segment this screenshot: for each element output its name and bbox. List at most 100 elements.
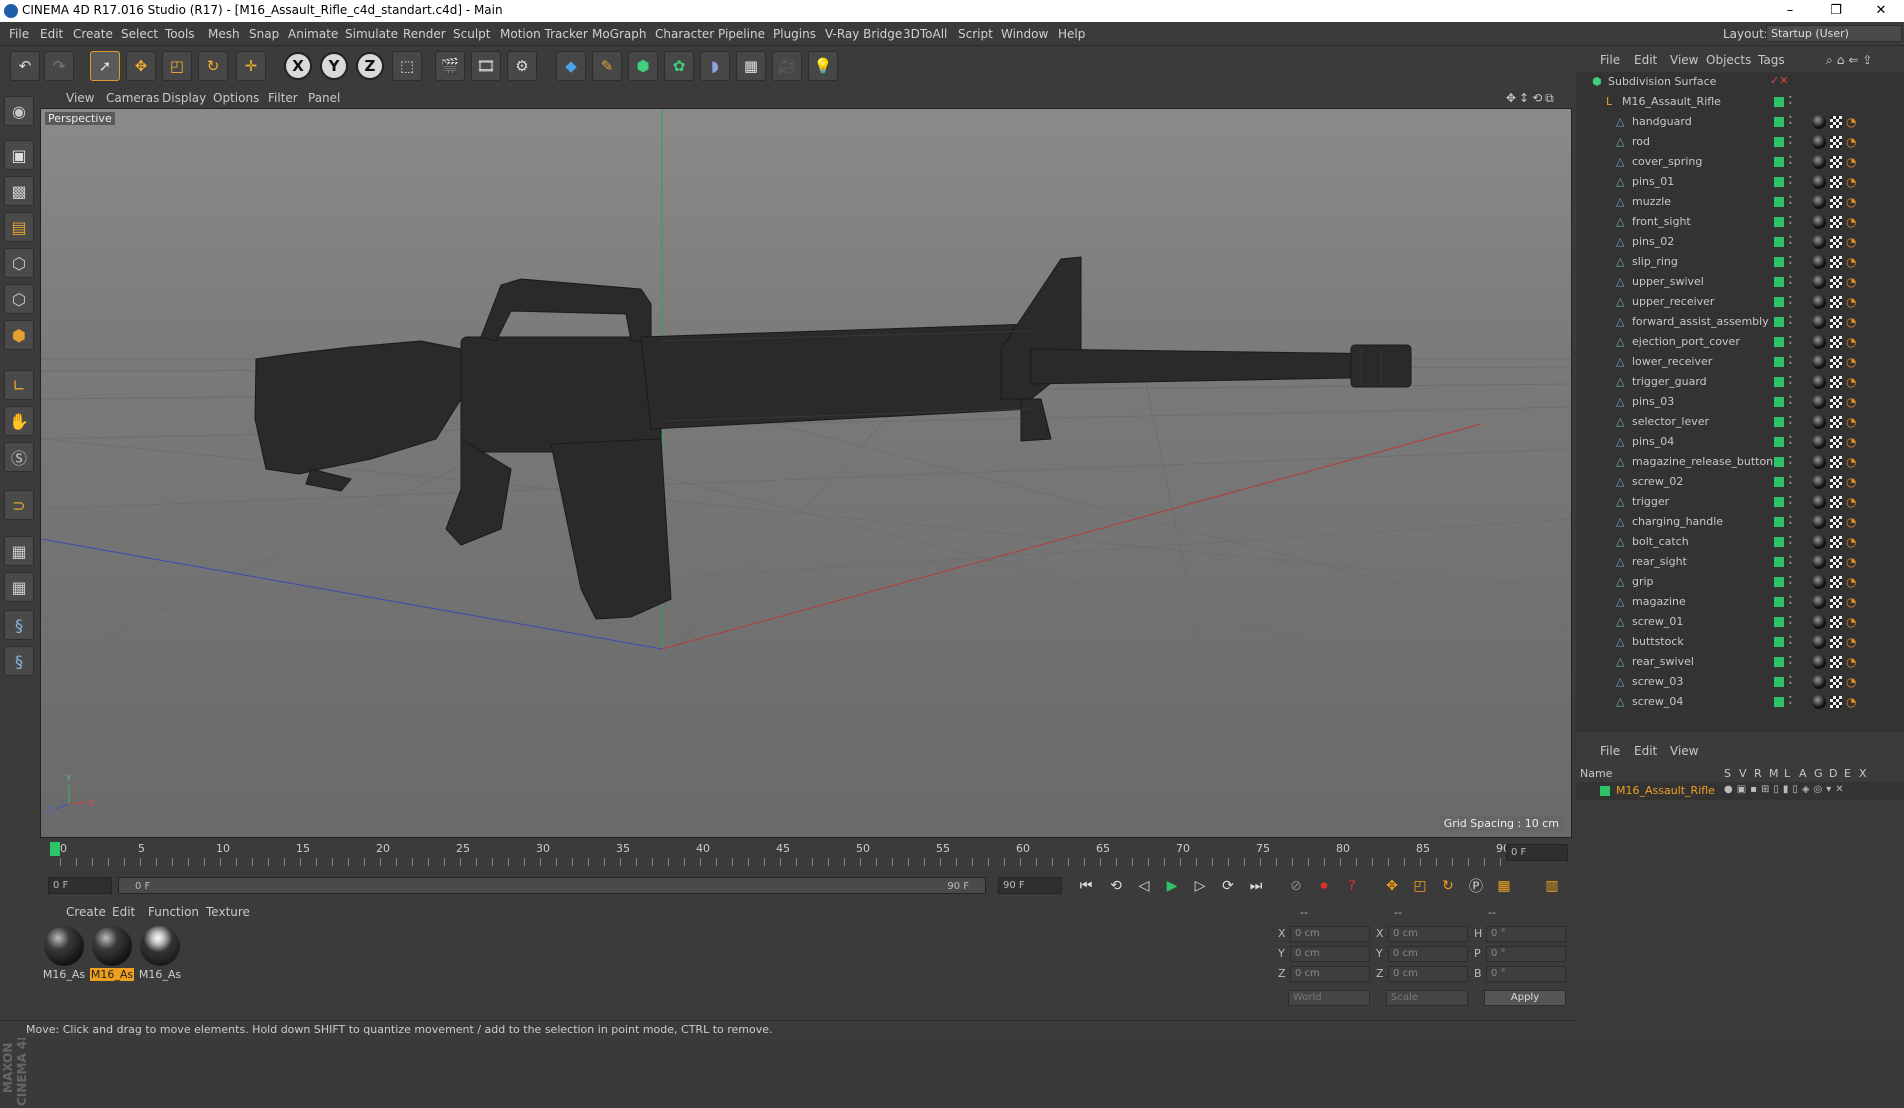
visibility-toggle[interactable] <box>1774 697 1784 707</box>
material-tag-icon[interactable] <box>1812 415 1826 429</box>
material-tag-icon[interactable] <box>1812 675 1826 689</box>
texture-tag-icon[interactable] <box>1830 436 1842 448</box>
menu-animate[interactable]: Animate <box>288 27 338 41</box>
material-tag-icon[interactable] <box>1812 235 1826 249</box>
layout-select[interactable]: Startup (User) <box>1766 25 1902 42</box>
close-button[interactable]: ✕ <box>1858 0 1904 22</box>
visibility-toggle[interactable] <box>1774 497 1784 507</box>
visibility-toggle[interactable] <box>1774 237 1784 247</box>
object-row[interactable]: △ selector_lever • • ◔ <box>1576 412 1904 432</box>
magnet-icon[interactable]: ⊃ <box>4 490 34 520</box>
visibility-toggle[interactable] <box>1774 417 1784 427</box>
visibility-toggle[interactable] <box>1774 657 1784 667</box>
phong-tag-icon[interactable]: ◔ <box>1846 575 1856 589</box>
visibility-toggle[interactable] <box>1774 477 1784 487</box>
texture-tag-icon[interactable] <box>1830 176 1842 188</box>
timeline-ruler[interactable]: 0 5 10 15 20 25 30 35 40 45 50 55 60 65 … <box>40 840 1572 872</box>
obj-menu-objects[interactable]: Objects <box>1706 53 1751 67</box>
object-row[interactable]: △ lower_receiver • • ◔ <box>1576 352 1904 372</box>
obj-menu-file[interactable]: File <box>1600 53 1620 67</box>
texture-tag-icon[interactable] <box>1830 296 1842 308</box>
menu-3dtoall[interactable]: 3DToAll <box>903 27 947 41</box>
render-visibility-dots[interactable]: • • <box>1788 694 1794 709</box>
mat-menu-edit[interactable]: Edit <box>112 905 135 919</box>
position-y-field[interactable]: 0 cm <box>1290 946 1370 962</box>
obj-menu-view[interactable]: View <box>1670 53 1698 67</box>
tree-row-m16-group[interactable]: L M16_Assault_Rifle • • <box>1576 92 1904 112</box>
object-row[interactable]: △ buttstock • • ◔ <box>1576 632 1904 652</box>
size-x-field[interactable]: 0 cm <box>1388 926 1468 942</box>
render-visibility-dots[interactable]: • • <box>1788 214 1794 229</box>
visibility-toggle[interactable] <box>1774 177 1784 187</box>
material-tag-icon[interactable] <box>1812 395 1826 409</box>
material-swatch[interactable]: M16_As <box>42 926 86 982</box>
texture-tag-icon[interactable] <box>1830 616 1842 628</box>
goto-start-icon[interactable]: ⏮ <box>1074 874 1098 898</box>
menu-character[interactable]: Character <box>655 27 714 41</box>
menu-pipeline[interactable]: Pipeline <box>718 27 765 41</box>
phong-tag-icon[interactable]: ◔ <box>1846 375 1856 389</box>
obj-manager-tools-icon[interactable]: ⌕⌂⇐⇪ <box>1826 53 1876 68</box>
menu-snap[interactable]: Snap <box>249 27 279 41</box>
phong-tag-icon[interactable]: ◔ <box>1846 215 1856 229</box>
phong-tag-icon[interactable]: ◔ <box>1846 335 1856 349</box>
minimize-button[interactable]: – <box>1767 0 1813 22</box>
visibility-toggle[interactable] <box>1774 297 1784 307</box>
material-tag-icon[interactable] <box>1812 175 1826 189</box>
object-row[interactable]: △ muzzle • • ◔ <box>1576 192 1904 212</box>
layer-row[interactable]: M16_Assault_Rifle ●▣▪⊞▯▮▯◈◎▾✕ <box>1576 782 1904 800</box>
render-visibility-dots[interactable]: • • <box>1788 294 1794 309</box>
visibility-toggle[interactable] <box>1774 357 1784 367</box>
obj-menu-tags[interactable]: Tags <box>1758 53 1785 67</box>
menu-script[interactable]: Script <box>958 27 993 41</box>
pen-spline-icon[interactable]: ✎ <box>592 51 622 81</box>
axis-mode-icon[interactable]: ∟ <box>4 370 34 400</box>
material-tag-icon[interactable] <box>1812 575 1826 589</box>
autokey-icon[interactable]: ⏺ <box>1312 874 1336 898</box>
redo-icon[interactable]: ↷ <box>44 51 74 81</box>
prev-key-icon[interactable]: ⟲ <box>1104 874 1128 898</box>
vp-menu-display[interactable]: Display <box>162 91 206 105</box>
render-visibility-dots[interactable]: • • <box>1788 494 1794 509</box>
render-visibility-dots[interactable]: • • <box>1788 274 1794 289</box>
material-tag-icon[interactable] <box>1812 115 1826 129</box>
menu-select[interactable]: Select <box>121 27 158 41</box>
visibility-toggle[interactable] <box>1774 597 1784 607</box>
deformer-icon[interactable]: ◗ <box>700 51 730 81</box>
vp-menu-panel[interactable]: Panel <box>308 91 340 105</box>
phong-tag-icon[interactable]: ◔ <box>1846 395 1856 409</box>
phong-tag-icon[interactable]: ◔ <box>1846 635 1856 649</box>
texture-tag-icon[interactable] <box>1830 236 1842 248</box>
next-frame-icon[interactable]: ▷ <box>1188 874 1212 898</box>
lock-workplane-icon[interactable]: ▦ <box>4 536 34 566</box>
key-rotation-icon[interactable]: ↻ <box>1436 874 1460 898</box>
texture-tag-icon[interactable] <box>1830 576 1842 588</box>
material-tag-icon[interactable] <box>1812 435 1826 449</box>
python-icon[interactable]: § <box>4 610 34 640</box>
material-swatch[interactable]: M16_As <box>138 926 182 982</box>
key-param-icon[interactable]: Ⓟ <box>1464 874 1488 898</box>
material-tag-icon[interactable] <box>1812 215 1826 229</box>
phong-tag-icon[interactable]: ◔ <box>1846 535 1856 549</box>
render-picture-viewer-icon[interactable]: 🎞 <box>471 51 501 81</box>
z-axis-lock-icon[interactable]: Z <box>356 52 384 80</box>
visibility-toggle[interactable] <box>1774 337 1784 347</box>
visibility-toggle[interactable] <box>1774 137 1784 147</box>
make-editable-icon[interactable]: ◉ <box>4 96 34 126</box>
cube-primitive-icon[interactable]: ◆ <box>556 51 586 81</box>
material-tag-icon[interactable] <box>1812 315 1826 329</box>
current-frame-field[interactable]: 0 F <box>1506 844 1568 861</box>
phong-tag-icon[interactable]: ◔ <box>1846 115 1856 129</box>
undo-icon[interactable]: ↶ <box>10 51 40 81</box>
goto-end-icon[interactable]: ⏭ <box>1244 874 1268 898</box>
object-row[interactable]: △ rod • • ◔ <box>1576 132 1904 152</box>
light-icon[interactable]: 💡 <box>808 51 838 81</box>
visibility-toggle[interactable] <box>1774 197 1784 207</box>
render-visibility-dots[interactable]: • • <box>1788 254 1794 269</box>
visibility-toggle[interactable] <box>1774 577 1784 587</box>
object-row[interactable]: △ pins_01 • • ◔ <box>1576 172 1904 192</box>
phong-tag-icon[interactable]: ◔ <box>1846 435 1856 449</box>
object-row[interactable]: △ cover_spring • • ◔ <box>1576 152 1904 172</box>
texture-tag-icon[interactable] <box>1830 216 1842 228</box>
material-tag-icon[interactable] <box>1812 615 1826 629</box>
